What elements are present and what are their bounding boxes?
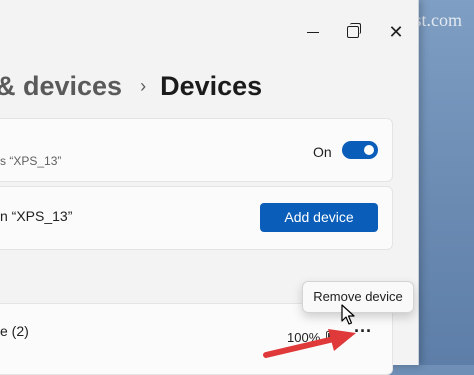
remove-device-menu-item[interactable]: Remove device [303,282,413,312]
discoverable-toggle[interactable] [342,141,378,159]
toggle-state-label: On [313,144,332,160]
device-name: e (2) [0,323,29,339]
discoverable-card: s “XPS_13” On [0,118,393,182]
settings-window: ✕ & devices › Devices s “XPS_13” On n “X… [0,0,419,375]
breadcrumb-parent[interactable]: & devices [0,71,122,102]
maximize-button[interactable] [343,22,363,42]
add-device-card: n “XPS_13” Add device [0,186,393,250]
minimize-button[interactable] [303,22,323,42]
annotation-arrow-icon [263,329,356,358]
page-title: Devices [160,70,263,101]
breadcrumb: & devices › Devices [0,68,262,104]
minimize-icon [307,32,319,33]
discoverable-description: s “XPS_13” [0,154,62,168]
add-device-button[interactable]: Add device [260,203,378,232]
context-menu: Remove device [302,281,414,313]
mouse-cursor-icon [341,304,355,325]
add-device-description: n “XPS_13” [0,208,73,224]
toggle-knob [364,145,374,155]
close-icon: ✕ [388,22,404,42]
close-button[interactable]: ✕ [386,22,406,42]
chevron-right-icon: › [140,75,147,96]
